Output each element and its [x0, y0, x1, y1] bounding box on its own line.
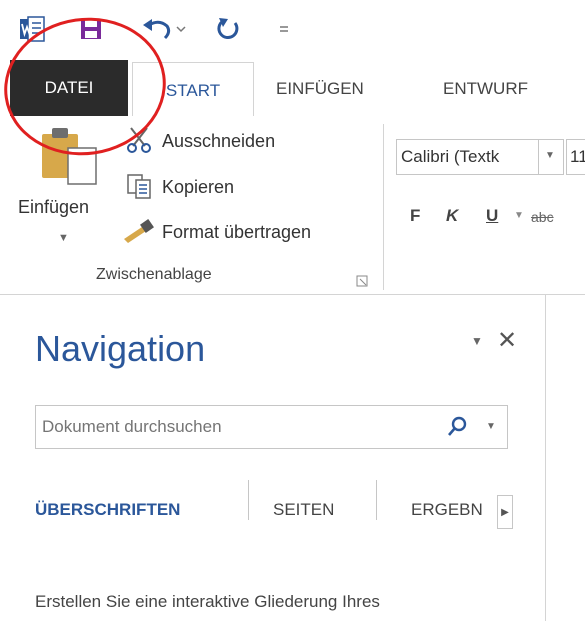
tab-results[interactable]: ERGEBN [411, 495, 483, 525]
nav-tab-separator [248, 480, 249, 520]
format-painter-icon[interactable] [122, 217, 156, 245]
search-options-icon[interactable]: ▼ [486, 421, 496, 432]
clipboard-group-label: Zwischenablage [96, 266, 212, 283]
copy-button[interactable]: Kopieren [162, 177, 234, 198]
font-size-dropdown[interactable]: 11 [566, 139, 585, 175]
font-name-value: Calibri (Textk [401, 147, 500, 166]
nav-tab-separator [376, 480, 377, 520]
search-icon[interactable] [446, 416, 468, 438]
underline-button[interactable]: U [486, 206, 498, 226]
font-size-value: 11 [570, 147, 585, 166]
close-icon[interactable]: ✕ [497, 326, 517, 355]
pane-border [545, 295, 546, 621]
tab-pages[interactable]: SEITEN [273, 495, 334, 525]
chevron-down-icon[interactable]: ▼ [545, 150, 555, 161]
format-painter-button[interactable]: Format übertragen [162, 222, 311, 243]
dropdown-divider [538, 140, 539, 174]
dialog-launcher-icon[interactable] [356, 274, 368, 287]
search-box: ▼ [35, 405, 508, 449]
underline-dropdown-icon[interactable]: ▼ [514, 210, 524, 221]
customize-icon[interactable] [275, 12, 293, 46]
pane-options-icon[interactable]: ▼ [471, 334, 483, 348]
scroll-right-icon[interactable]: ▶ [497, 495, 513, 529]
paste-label[interactable]: Einfügen [18, 197, 89, 218]
tab-insert[interactable]: EINFÜGEN [276, 62, 364, 116]
italic-button[interactable]: K [446, 206, 458, 226]
navigation-title: Navigation [35, 328, 206, 369]
font-name-dropdown[interactable]: Calibri (Textk ▼ [396, 139, 564, 175]
copy-icon[interactable] [125, 172, 155, 200]
cut-button[interactable]: Ausschneiden [162, 131, 275, 152]
bold-button[interactable]: F [410, 206, 420, 226]
redo-icon[interactable] [213, 12, 243, 46]
strikethrough-button[interactable]: abc [531, 209, 554, 225]
ribbon-group-separator [383, 124, 384, 290]
tab-headings[interactable]: ÜBERSCHRIFTEN [35, 495, 180, 525]
navigation-hint-text: Erstellen Sie eine interaktive Gliederun… [35, 592, 380, 611]
search-input[interactable] [36, 406, 416, 448]
paste-dropdown-icon[interactable]: ▼ [58, 232, 69, 244]
tab-design[interactable]: ENTWURF [443, 62, 528, 116]
